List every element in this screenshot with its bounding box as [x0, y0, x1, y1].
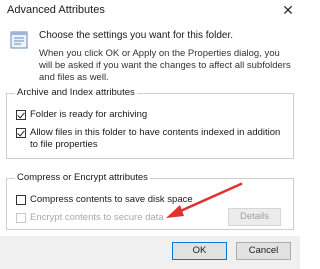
title-bar: Advanced Attributes ✕ [0, 0, 300, 22]
details-button[interactable]: Details [228, 208, 281, 226]
folder-ready-checkbox[interactable] [16, 110, 26, 120]
compress-label: Compress contents to save disk space [30, 194, 193, 205]
intro-heading: Choose the settings you want for this fo… [39, 30, 233, 41]
allow-index-checkbox[interactable] [16, 128, 26, 138]
folder-ready-label: Folder is ready for archiving [30, 109, 148, 120]
encrypt-checkbox[interactable] [16, 213, 26, 223]
archive-group-legend: Archive and Index attributes [15, 87, 137, 98]
intro-body: When you click OK or Apply on the Proper… [39, 48, 291, 83]
cancel-button[interactable]: Cancel [236, 242, 291, 260]
compress-checkbox[interactable] [16, 195, 26, 205]
window-title: Advanced Attributes [7, 4, 105, 16]
folder-attributes-icon [10, 31, 28, 49]
close-icon[interactable]: ✕ [276, 0, 300, 22]
compress-group-legend: Compress or Encrypt attributes [15, 172, 150, 183]
advanced-attributes-dialog: Advanced Attributes ✕ Choose the setting… [0, 0, 300, 269]
encrypt-label: Encrypt contents to secure data [30, 212, 164, 223]
ok-button[interactable]: OK [172, 242, 227, 260]
allow-index-label: Allow files in this folder to have conte… [30, 127, 281, 150]
